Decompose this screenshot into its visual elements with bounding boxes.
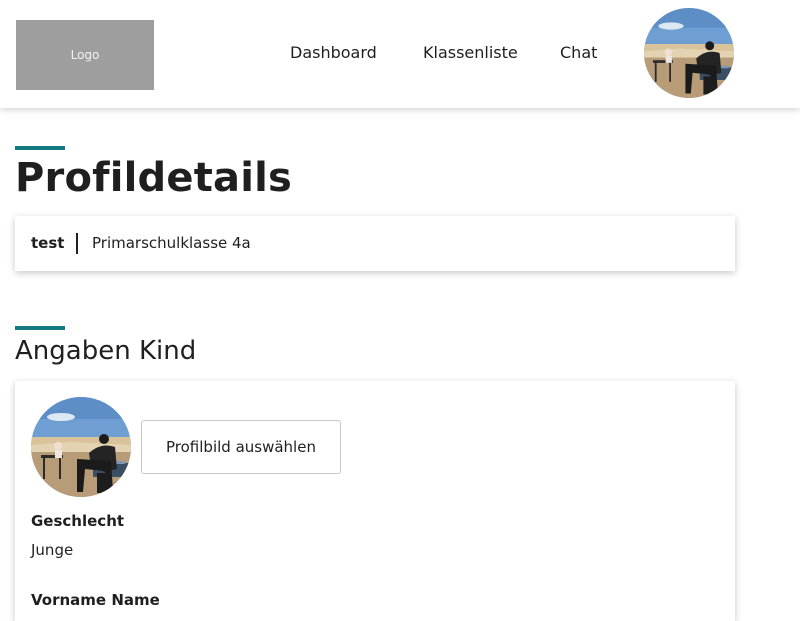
child-avatar-image: [31, 397, 131, 497]
top-header: Logo Dashboard Klassenliste Chat: [0, 0, 800, 108]
logo[interactable]: Logo: [16, 20, 154, 90]
logo-text: Logo: [70, 48, 100, 62]
section-accent-bar: [15, 326, 65, 330]
profile-divider: [76, 233, 78, 254]
child-avatar: [31, 397, 131, 497]
field-value-gender: Junge: [31, 541, 74, 559]
nav-link-dashboard[interactable]: Dashboard: [290, 43, 377, 62]
child-details-card: Profilbild auswählen Geschlecht Junge Vo…: [15, 381, 735, 621]
field-label-gender: Geschlecht: [31, 512, 125, 530]
profile-class-name: Primarschulklasse 4a: [92, 234, 251, 252]
profile-name: test: [31, 234, 65, 252]
title-accent-bar: [15, 146, 65, 150]
user-avatar-image: [644, 8, 734, 98]
nav-link-chat[interactable]: Chat: [560, 43, 597, 62]
nav-link-klassenliste[interactable]: Klassenliste: [423, 43, 518, 62]
select-profile-photo-button[interactable]: Profilbild auswählen: [141, 420, 341, 474]
section-title-child: Angaben Kind: [15, 336, 197, 366]
page-title: Profildetails: [15, 155, 293, 201]
field-label-name: Vorname Name: [31, 591, 160, 609]
user-avatar[interactable]: [644, 8, 734, 98]
profile-summary-card: test Primarschulklasse 4a: [15, 216, 735, 271]
